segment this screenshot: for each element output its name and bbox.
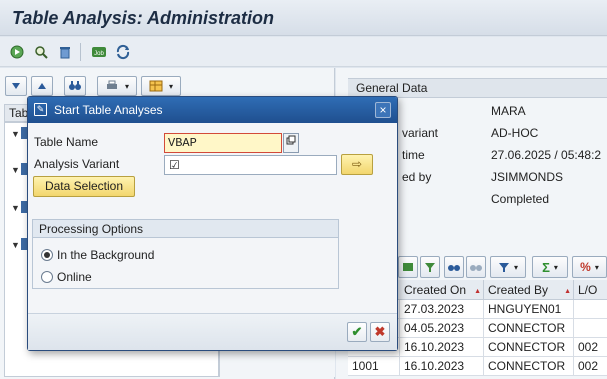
set-filter-button[interactable]: ▾ [490, 256, 526, 278]
window-title: Table Analysis: Administration [12, 8, 275, 28]
toolbar-separator [80, 43, 81, 61]
general-data-value: JSIMMONDS [491, 170, 563, 184]
general-data-label: variant [402, 126, 439, 140]
expand-all-button[interactable] [5, 76, 27, 96]
next-arrow-button[interactable]: ⇨ [341, 154, 373, 175]
edit-icon: ✎ [34, 103, 47, 116]
tree-expand-icon[interactable]: ▼ [11, 240, 20, 250]
chevron-down-icon: ▾ [168, 81, 173, 91]
confirm-button[interactable]: ✔ [347, 322, 367, 342]
job-icon[interactable]: Job [90, 43, 108, 61]
table-name-input[interactable]: VBAP [164, 133, 282, 153]
radio-online-label: Online [57, 270, 92, 284]
general-data-value: AD-HOC [491, 126, 539, 140]
execute-icon[interactable] [8, 43, 26, 61]
close-icon[interactable]: × [375, 102, 391, 118]
general-data-value: MARA [491, 104, 526, 118]
tree-expand-icon[interactable]: ▼ [11, 165, 20, 175]
find-icon[interactable] [32, 43, 50, 61]
table-cell [574, 319, 607, 338]
processing-options-group: Processing Options In the Background Onl… [32, 219, 339, 289]
svg-text:Job: Job [94, 51, 104, 57]
processing-options-header: Processing Options [33, 220, 338, 238]
table-name-label: Table Name [34, 135, 99, 149]
table-cell [574, 300, 607, 319]
table-cell: CONNECTOR [484, 319, 574, 338]
chevron-down-icon: ▾ [594, 262, 599, 272]
column-header[interactable]: L/O [574, 280, 607, 300]
table-cell: CONNECTOR [484, 357, 574, 376]
general-data-label: ed by [402, 170, 432, 184]
layout-button[interactable]: ▾ [141, 76, 181, 96]
general-data-value: Completed [491, 192, 550, 206]
subtotal-icon: % [580, 260, 591, 274]
table-cell: 27.03.2023 [400, 300, 484, 319]
refresh-icon[interactable] [114, 43, 132, 61]
analysis-variant-label: Analysis Variant [34, 157, 120, 171]
analysis-variant-input[interactable]: ☑ [164, 155, 337, 175]
dialog-footer: ✔ ✖ [28, 313, 397, 350]
table-cell: CONNECTOR [484, 338, 574, 357]
find-tree-button[interactable] [64, 76, 86, 96]
table-cell: 002 [578, 359, 599, 373]
table-cell: HNGUYEN01 [484, 300, 574, 319]
value-help-icon[interactable] [283, 133, 299, 153]
tree-expand-icon[interactable]: ▼ [11, 203, 20, 213]
application-toolbar: Job [0, 37, 607, 67]
table-row[interactable]: 1001 16.10.2023 CONNECTOR 002 [348, 357, 607, 376]
sort-indicator-icon: ▲ [474, 288, 481, 295]
dialog-title-bar: ✎ Start Table Analyses × [28, 97, 397, 123]
dialog-title: Start Table Analyses [54, 103, 163, 117]
table-cell: 1001 [348, 357, 400, 376]
chevron-down-icon: ▾ [124, 81, 129, 91]
total-button[interactable]: Σ ▾ [532, 256, 568, 278]
data-selection-button[interactable]: Data Selection [33, 176, 135, 197]
tree-expand-icon[interactable]: ▼ [11, 129, 20, 139]
general-data-label: time [402, 148, 425, 162]
subtotal-button[interactable]: % ▾ [572, 256, 607, 278]
chevron-down-icon: ▾ [513, 262, 518, 272]
title-bar: Table Analysis: Administration [0, 0, 607, 36]
table-cell: 16.10.2023 [400, 338, 484, 357]
cancel-button[interactable]: ✖ [370, 322, 390, 342]
collapse-all-button[interactable] [31, 76, 53, 96]
find-next-button[interactable] [466, 256, 486, 278]
print-button[interactable]: ▾ [97, 76, 137, 96]
radio-background-control[interactable] [41, 249, 53, 261]
radio-background-label: In the Background [57, 248, 155, 262]
column-header[interactable]: Created By ▲ [484, 280, 574, 300]
filter-button[interactable] [420, 256, 440, 278]
table-cell: 002 [578, 340, 599, 354]
start-table-analyses-dialog: ✎ Start Table Analyses × Table Name VBAP… [27, 96, 398, 351]
delete-icon[interactable] [56, 43, 74, 61]
general-data-header: General Data [348, 78, 607, 98]
sum-icon: Σ [542, 259, 550, 275]
chevron-down-icon: ▾ [553, 262, 558, 272]
find-button[interactable] [444, 256, 464, 278]
general-data-value: 27.06.2025 / 05:48:2 [491, 148, 602, 162]
details-button[interactable] [398, 256, 418, 278]
radio-online-control[interactable] [41, 271, 53, 283]
table-cell: 16.10.2023 [400, 357, 484, 376]
column-header[interactable]: Created On ▲ [400, 280, 484, 300]
sort-indicator-icon: ▲ [564, 288, 571, 295]
table-cell: 04.05.2023 [400, 319, 484, 338]
